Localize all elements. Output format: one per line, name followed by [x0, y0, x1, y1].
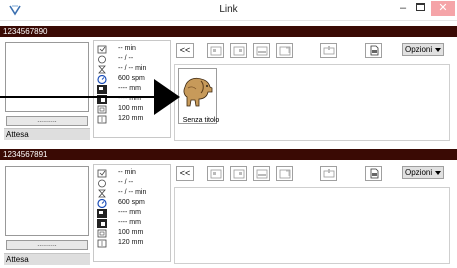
- close-button[interactable]: ✕: [431, 1, 455, 16]
- job-status: Attesa: [4, 253, 90, 265]
- options-label: Opzioni: [405, 45, 433, 54]
- delete-icon: [279, 46, 291, 56]
- width-icon: [97, 209, 107, 218]
- hoop-width-icon: [97, 229, 107, 238]
- design-thumbnail[interactable]: Senza titolo: [178, 68, 219, 124]
- print-button[interactable]: [365, 166, 382, 181]
- job-list-box[interactable]: [5, 166, 89, 236]
- delete-design-button[interactable]: [276, 166, 293, 181]
- job-action-button[interactable]: ..........: [6, 240, 88, 250]
- load-icon: [233, 169, 245, 179]
- send-icon: [210, 46, 222, 56]
- back-button[interactable]: <<: [176, 43, 194, 58]
- stitch-time-icon: [97, 45, 107, 54]
- document-icon: [370, 45, 379, 56]
- delete-icon: [279, 169, 291, 179]
- document-icon: [370, 168, 379, 179]
- send-to-machine-button[interactable]: [207, 43, 224, 58]
- info-speed: 600 spm: [118, 199, 145, 206]
- info-colors: -- / --: [118, 179, 134, 186]
- load-design-button[interactable]: [230, 166, 247, 181]
- options-dropdown[interactable]: Opzioni: [402, 43, 444, 56]
- color-count-icon: [98, 179, 106, 188]
- job-status: Attesa: [4, 128, 90, 140]
- print-button[interactable]: [365, 43, 382, 58]
- design-area[interactable]: [174, 187, 450, 264]
- send-icon: [210, 169, 222, 179]
- maximize-button[interactable]: [410, 0, 430, 18]
- info-hoop-height: 120 mm: [118, 239, 144, 246]
- hoop-height-icon: [97, 239, 107, 248]
- machine-status-button[interactable]: [320, 43, 337, 58]
- stitch-time-icon: [97, 169, 107, 178]
- chevron-down-icon: [435, 171, 441, 175]
- design-title: Senza titolo: [182, 117, 220, 124]
- info-height: ---- mm: [118, 219, 141, 226]
- window-title: Link: [219, 4, 238, 15]
- color-count-icon: [98, 55, 106, 64]
- info-panel: -- min -- / -- -- / -- min 600 spm ---- …: [93, 164, 171, 262]
- back-button[interactable]: <<: [176, 166, 194, 181]
- info-hoop-width: 100 mm: [118, 229, 144, 236]
- job-header: 1234567891: [0, 149, 457, 160]
- copy-icon: [256, 46, 268, 56]
- info-time: -- min: [118, 169, 136, 176]
- dog-design-image: [183, 77, 213, 107]
- info-colors: -- / --: [118, 55, 134, 62]
- annotation-arrow: [0, 79, 180, 115]
- send-to-machine-button[interactable]: [207, 166, 224, 181]
- load-icon: [233, 46, 245, 56]
- load-design-button[interactable]: [230, 43, 247, 58]
- info-remaining: -- / -- min: [118, 189, 147, 196]
- machine-icon: [323, 46, 335, 55]
- options-label: Opzioni: [405, 168, 433, 177]
- info-width: ---- mm: [118, 209, 141, 216]
- machine-icon: [323, 169, 335, 178]
- machine-status-button[interactable]: [320, 166, 337, 181]
- copy-design-button[interactable]: [253, 166, 270, 181]
- info-time: -- min: [118, 45, 136, 52]
- title-bar: Link – ✕: [0, 0, 457, 21]
- delete-design-button[interactable]: [276, 43, 293, 58]
- height-icon: [97, 219, 107, 228]
- chevron-down-icon: [435, 48, 441, 52]
- job-header: 1234567890: [0, 26, 457, 37]
- maximize-icon: [415, 3, 425, 11]
- speed-icon: [97, 199, 107, 208]
- options-dropdown[interactable]: Opzioni: [402, 166, 444, 179]
- copy-icon: [256, 169, 268, 179]
- design-area[interactable]: Senza titolo: [174, 64, 450, 141]
- copy-design-button[interactable]: [253, 43, 270, 58]
- hourglass-icon: [98, 189, 106, 198]
